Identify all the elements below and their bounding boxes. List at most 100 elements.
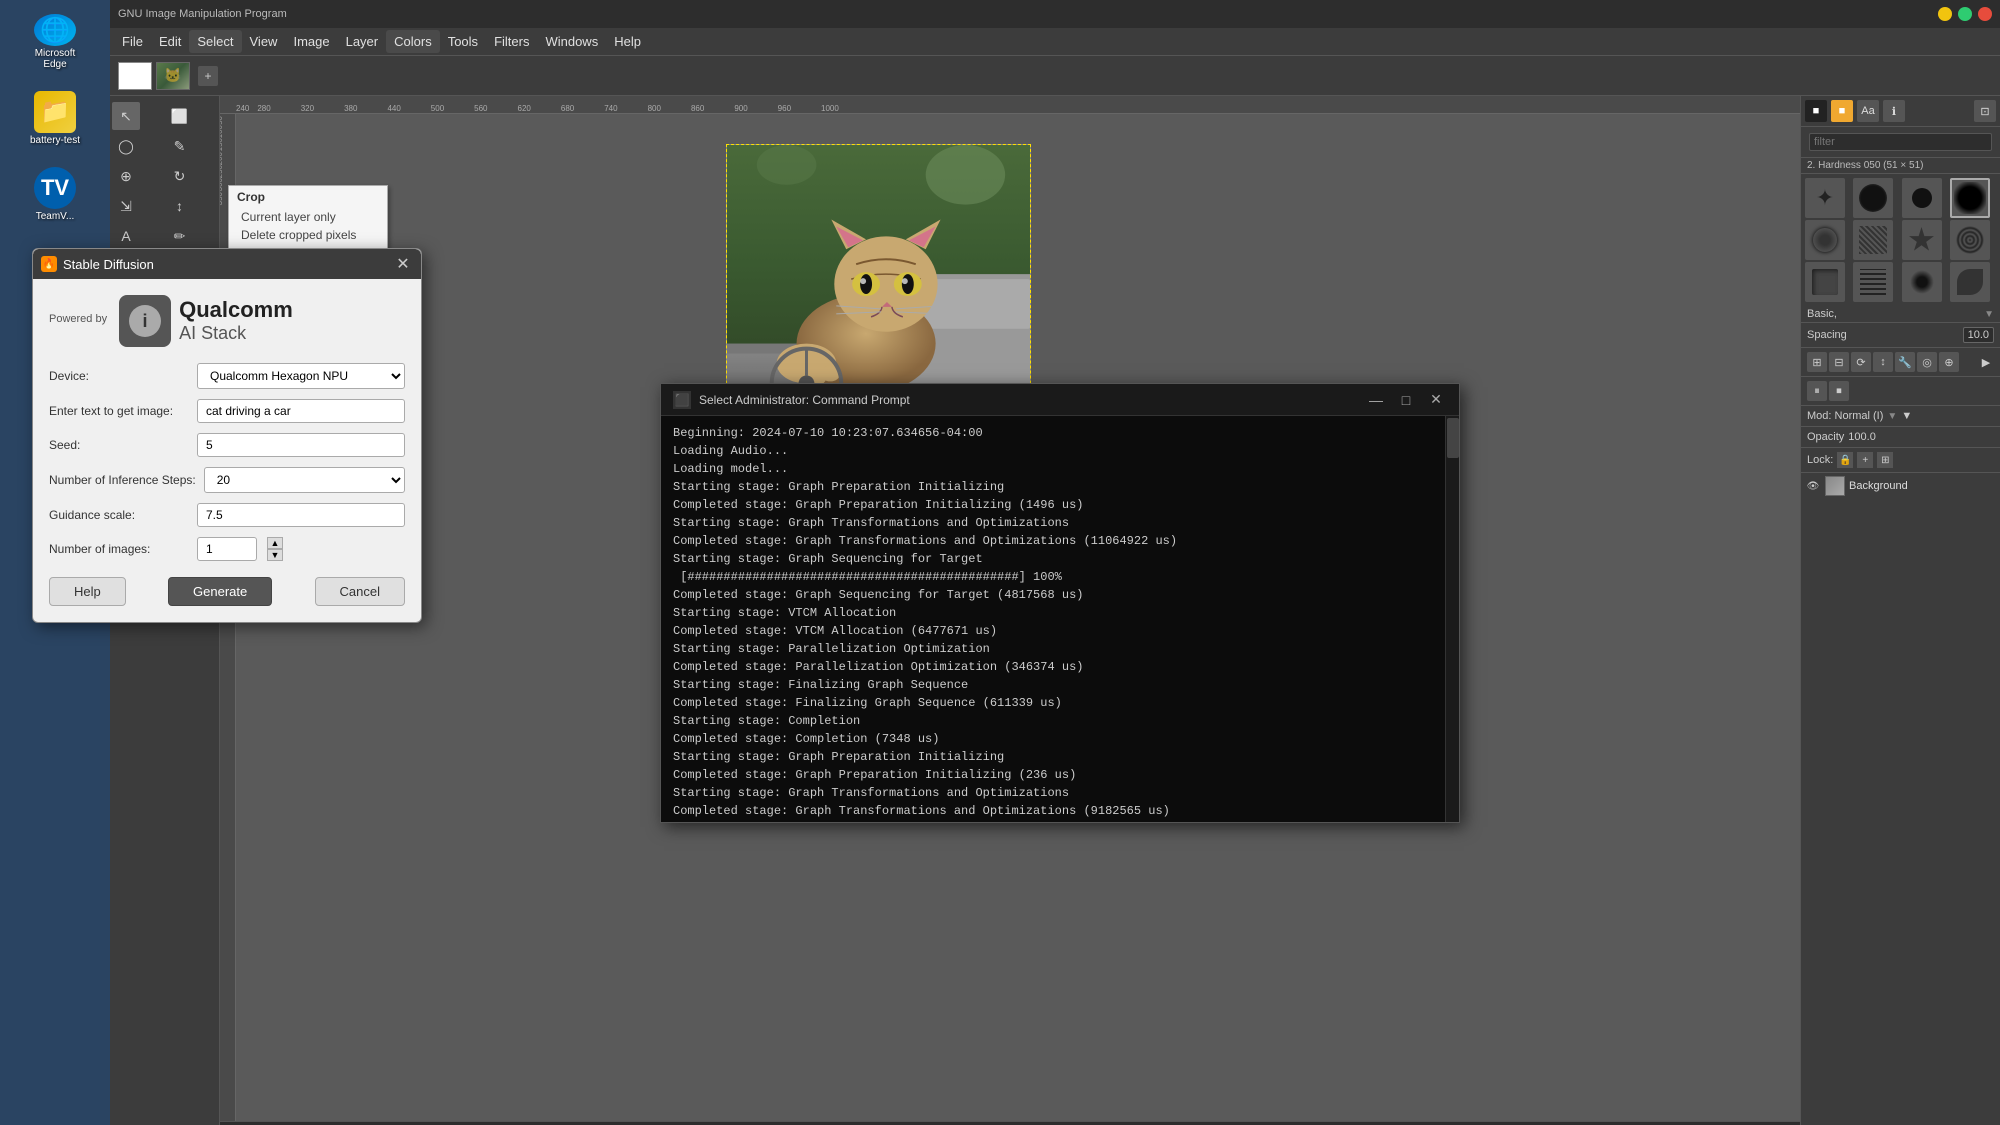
brush-cell-11[interactable] (1902, 262, 1942, 302)
lock-move-btn[interactable]: ⊞ (1877, 452, 1893, 468)
cmd-line-3: Starting stage: Graph Preparation Initia… (673, 478, 1447, 496)
menu-colors[interactable]: Colors (386, 30, 440, 53)
panel-icon-foreground[interactable]: ■ (1805, 100, 1827, 122)
panel-icon-info[interactable]: ℹ (1883, 100, 1905, 122)
tool-opt-1[interactable]: ⊞ (1807, 352, 1827, 372)
crop-option-current-layer[interactable]: Current layer only (237, 208, 379, 226)
brush-cell-7[interactable] (1902, 220, 1942, 260)
tool-opt-3[interactable]: ⟳ (1851, 352, 1871, 372)
brush-cell-8[interactable] (1950, 220, 1990, 260)
new-tab-btn[interactable]: + (198, 66, 218, 86)
cmd-line-20: Starting stage: Graph Transformations an… (673, 784, 1447, 802)
brush-cell-3[interactable] (1902, 178, 1942, 218)
panel-expand[interactable]: ▶ (1978, 354, 1994, 370)
sd-seed-input[interactable] (197, 433, 405, 457)
sd-images-input[interactable] (197, 537, 257, 561)
brush-cell-10[interactable] (1853, 262, 1893, 302)
tool-rotate[interactable]: ↻ (166, 162, 194, 190)
brush-cell-6[interactable] (1853, 220, 1893, 260)
brush-filter-input[interactable] (1809, 133, 1992, 151)
tool-options-row: ⊞ ⊟ ⟳ ↕ 🔧 ◎ ⊕ ▶ (1801, 348, 2000, 377)
tool-ellipse-select[interactable]: ◯ (112, 132, 140, 160)
sd-cancel-btn[interactable]: Cancel (315, 577, 405, 606)
tool-opt-5[interactable]: 🔧 (1895, 352, 1915, 372)
cmd-line-11: Completed stage: VTCM Allocation (647767… (673, 622, 1447, 640)
brush-cell-4-selected[interactable] (1950, 178, 1990, 218)
taskbar-icon-battery[interactable]: 📁 battery-test (23, 86, 87, 150)
image-tab-cat[interactable]: 🐱 (156, 62, 190, 90)
tool-opt-2[interactable]: ⊟ (1829, 352, 1849, 372)
sd-device-label: Device: (49, 369, 189, 383)
tool-opt-4[interactable]: ↕ (1873, 352, 1893, 372)
cmd-close-btn[interactable]: ✕ (1425, 389, 1447, 411)
sd-device-select[interactable]: Qualcomm Hexagon NPU CPU GPU (197, 363, 405, 389)
tool-opt-6[interactable]: ◎ (1917, 352, 1937, 372)
tool-text[interactable]: A (112, 222, 140, 250)
brush-cell-9[interactable] (1805, 262, 1845, 302)
cmd-line-12: Starting stage: Parallelization Optimiza… (673, 640, 1447, 658)
tool-free-select[interactable]: ✎ (166, 132, 194, 160)
cmd-window: ⬛ Select Administrator: Command Prompt —… (660, 383, 1460, 823)
cmd-title-text: Select Administrator: Command Prompt (699, 393, 910, 407)
qualcomm-brand: Qualcomm (179, 298, 293, 322)
brush-cell-2[interactable] (1853, 178, 1893, 218)
cmd-line-8: [#######################################… (673, 568, 1447, 586)
panel-icon-aa[interactable]: Aa (1857, 100, 1879, 122)
menu-layer[interactable]: Layer (338, 30, 387, 53)
images-increment-btn[interactable]: ▲ (267, 537, 283, 549)
menu-view[interactable]: View (242, 30, 286, 53)
sd-text-input[interactable] (197, 399, 405, 423)
brush-cell-1[interactable]: ✦ (1805, 178, 1845, 218)
sd-powered-by: Powered by (49, 313, 107, 325)
sd-seed-row: Seed: (49, 433, 405, 457)
menu-filters[interactable]: Filters (486, 30, 537, 53)
cmd-content[interactable]: Beginning: 2024-07-10 10:23:07.634656-04… (661, 416, 1459, 822)
stop-btn[interactable]: ⏹ (1829, 381, 1849, 401)
tool-scale[interactable]: ⇲ (112, 192, 140, 220)
sd-close-btn[interactable]: ✕ (393, 254, 413, 274)
tool-flip[interactable]: ↕ (166, 192, 194, 220)
sd-device-row: Device: Qualcomm Hexagon NPU CPU GPU (49, 363, 405, 389)
tool-rect-select[interactable]: ⬜ (166, 102, 194, 130)
brush-cell-12[interactable] (1950, 262, 1990, 302)
menu-image[interactable]: Image (285, 30, 337, 53)
cmd-minimize-btn[interactable]: — (1365, 389, 1387, 411)
images-decrement-btn[interactable]: ▼ (267, 549, 283, 561)
brush-cell-5[interactable] (1805, 220, 1845, 260)
cmd-scrollbar-thumb[interactable] (1447, 418, 1459, 458)
opacity-row: Opacity 100.0 (1801, 427, 2000, 448)
lock-alpha-btn[interactable]: 🔒 (1837, 452, 1853, 468)
sd-images-row: Number of images: ▲ ▼ (49, 537, 405, 561)
gimp-maximize-btn[interactable] (1958, 7, 1972, 21)
sd-help-btn[interactable]: Help (49, 577, 126, 606)
panel-icon-background[interactable]: ■ (1831, 100, 1853, 122)
lock-paint-btn[interactable]: + (1857, 452, 1873, 468)
sd-seed-label: Seed: (49, 438, 189, 452)
menu-windows[interactable]: Windows (537, 30, 606, 53)
taskbar-icon-edge[interactable]: 🌐 Microsoft Edge (23, 10, 87, 74)
sd-generate-btn[interactable]: Generate (168, 577, 272, 606)
menu-select[interactable]: Select (189, 30, 241, 53)
gimp-close-btn[interactable] (1978, 7, 1992, 21)
tool-pencil[interactable]: ✏ (166, 222, 194, 250)
sd-guidance-input[interactable] (197, 503, 405, 527)
crop-option-delete-pixels[interactable]: Delete cropped pixels (237, 226, 379, 244)
layer-row: 👁 Background (1801, 472, 2000, 499)
panel-icon-maximize[interactable]: ⊡ (1974, 100, 1996, 122)
tool-opt-7[interactable]: ⊕ (1939, 352, 1959, 372)
menu-help[interactable]: Help (606, 30, 649, 53)
tool-move[interactable]: ↖ (112, 102, 140, 130)
menu-tools[interactable]: Tools (440, 30, 486, 53)
menu-edit[interactable]: Edit (151, 30, 189, 53)
menu-file[interactable]: File (114, 30, 151, 53)
gimp-minimize-btn[interactable] (1938, 7, 1952, 21)
cmd-scrollbar[interactable] (1445, 416, 1459, 822)
pause-btn[interactable]: ⏸ (1807, 381, 1827, 401)
image-tab-blank[interactable] (118, 62, 152, 90)
cmd-maximize-btn[interactable]: □ (1395, 389, 1417, 411)
cmd-line-14: Starting stage: Finalizing Graph Sequenc… (673, 676, 1447, 694)
taskbar-icon-teamviewer[interactable]: TV TeamV... (23, 162, 87, 226)
tool-crop[interactable]: ⊕ (112, 162, 140, 190)
sd-steps-select[interactable]: 20 30 50 (204, 467, 405, 493)
sd-guidance-label: Guidance scale: (49, 508, 189, 522)
